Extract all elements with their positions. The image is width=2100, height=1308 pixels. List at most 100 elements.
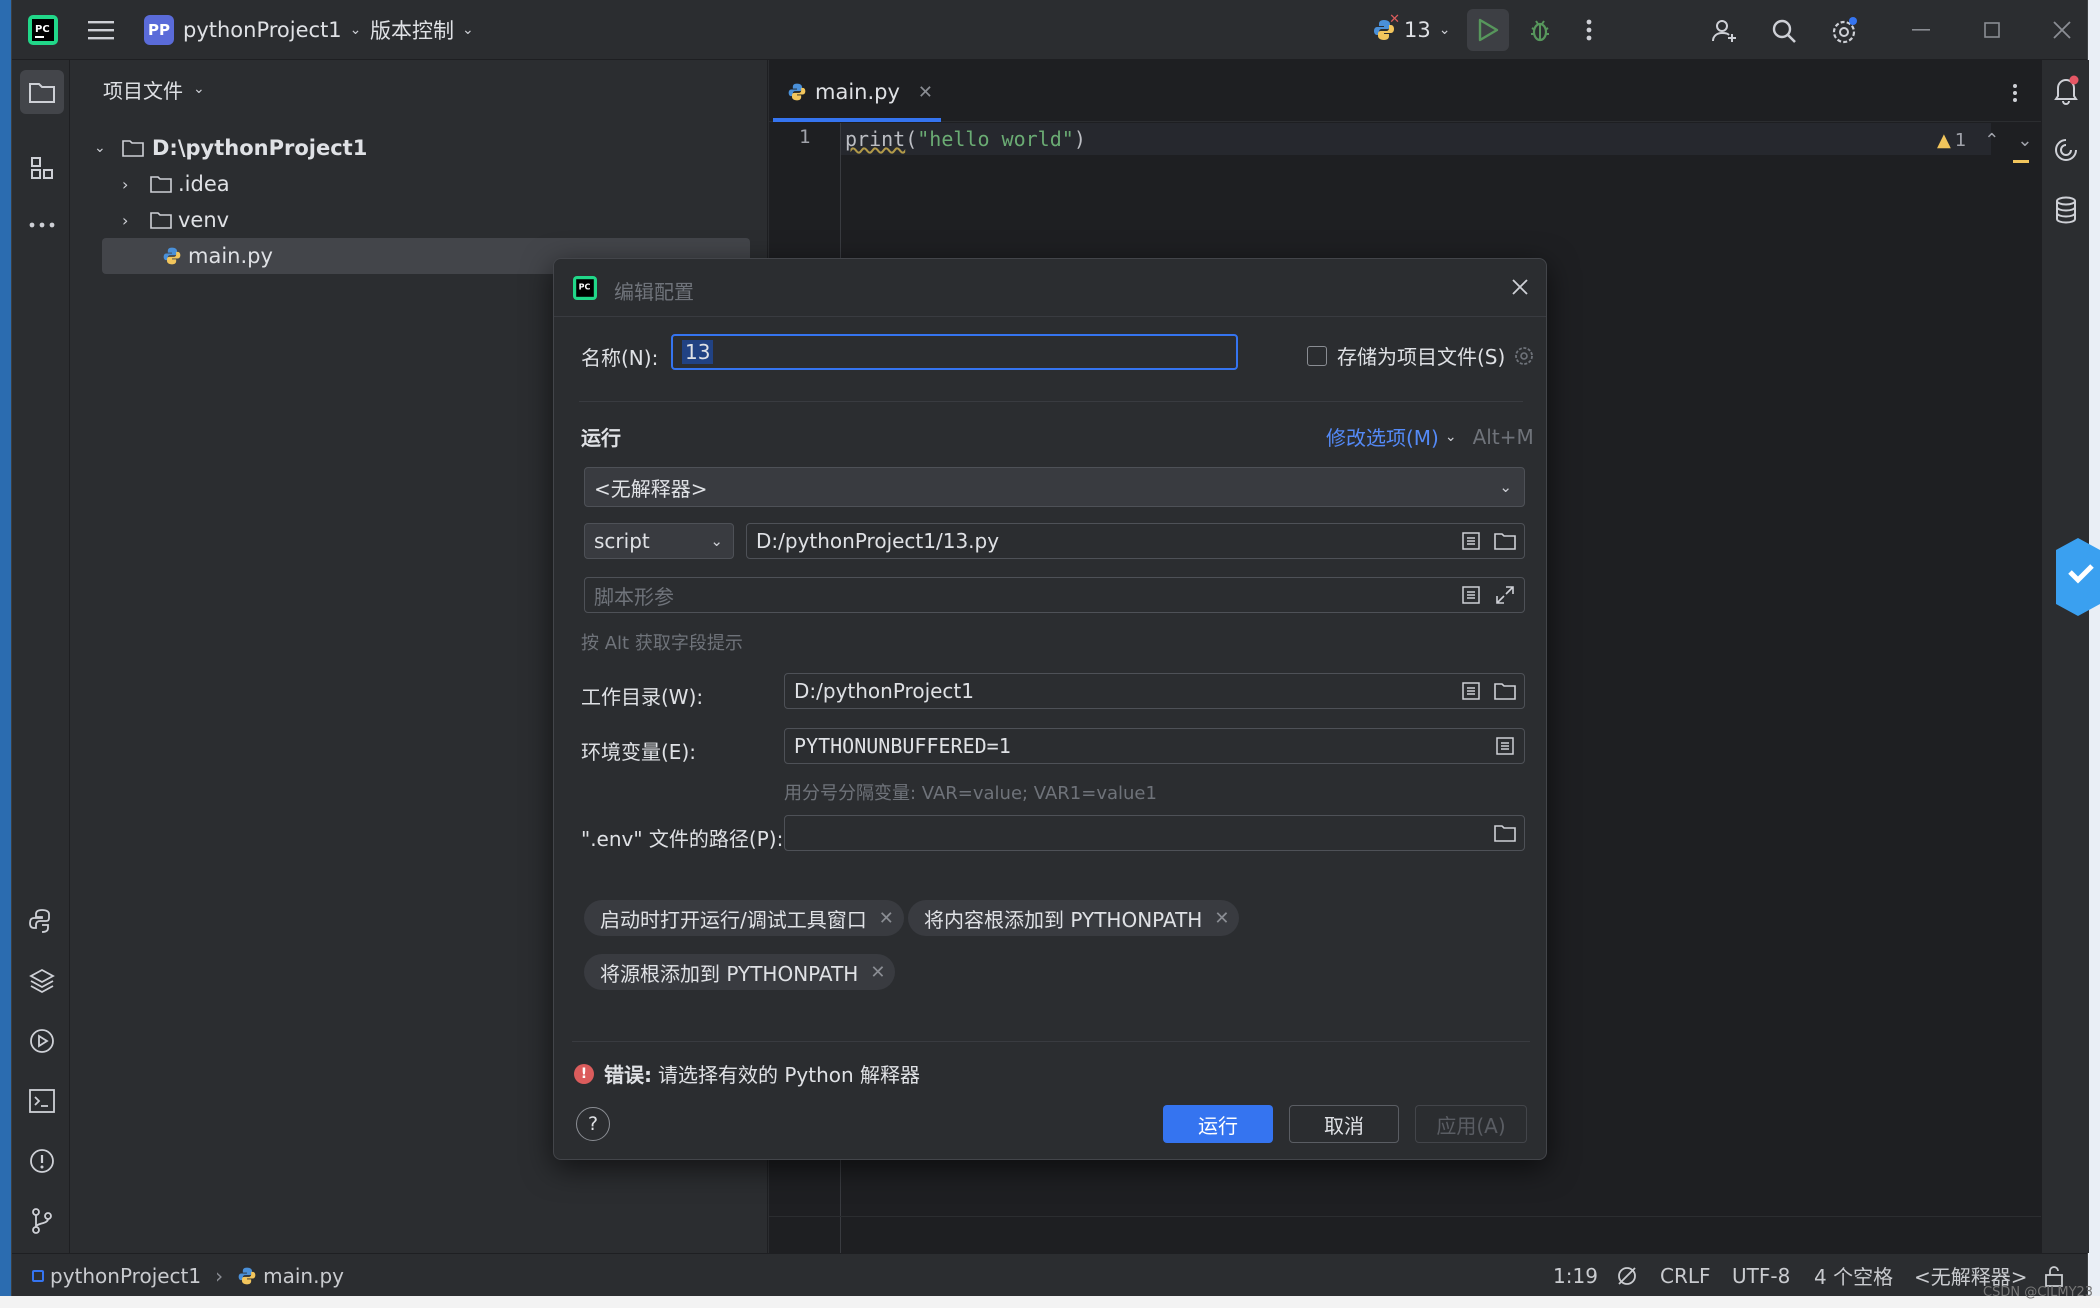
list-icon[interactable] [1458,578,1484,612]
debug-button[interactable] [1522,12,1558,48]
interpreter-value: <无解释器> [594,476,708,501]
editor-tab-main-py[interactable]: main.py ✕ [787,72,933,112]
run-button[interactable]: 运行 [1163,1105,1273,1143]
name-input[interactable]: 13 [671,334,1238,370]
folder-icon[interactable] [1492,674,1518,708]
services-icon[interactable] [24,1023,60,1059]
chevron-down-icon[interactable]: ⌄ [2017,130,2032,151]
script-path-value: D:/pythonProject1/13.py [756,529,1000,553]
chevron-up-icon[interactable]: ⌃ [1984,130,1999,151]
close-tab-icon[interactable]: ✕ [918,82,933,103]
run-button[interactable] [1467,9,1509,51]
breadcrumb-project[interactable]: pythonProject1 [50,1264,201,1288]
tree-item-idea[interactable]: › .idea [122,166,230,202]
git-branch-icon[interactable] [24,1203,60,1239]
code-paren: ) [1073,127,1086,151]
close-dialog-icon[interactable] [1510,277,1530,297]
breadcrumb-file[interactable]: main.py [263,1264,344,1288]
envfile-input[interactable] [784,815,1525,851]
option-chip-source-roots[interactable]: 将源根添加到 PYTHONPATH ✕ [584,954,896,990]
maximize-icon[interactable] [1977,15,2007,45]
script-type-value: script [594,529,650,553]
main-menu-icon[interactable] [86,15,116,45]
code-line[interactable]: print("hello world") [845,124,1086,154]
inspection-widget[interactable]: ▲ 1 ⌃ ⌄ [1937,128,2032,152]
project-switcher[interactable]: PP pythonProject1 ⌄ [144,0,361,60]
workdir-value: D:/pythonProject1 [794,679,974,703]
module-icon [32,1269,44,1282]
list-icon[interactable] [1458,524,1484,558]
editor-tab-bar [769,60,2041,122]
tab-options-icon[interactable] [2005,78,2025,108]
apply-button[interactable]: 应用(A) [1415,1105,1527,1143]
dialog-title: 编辑配置 [614,280,694,304]
caret-position[interactable]: 1:19 [1553,1254,1598,1297]
run-config-selector[interactable]: ✕ 13 ⌄ [1372,0,1450,60]
status-bar: pythonProject1 › main.py 1:19 CRLF UTF-8… [12,1253,2087,1296]
chevron-right-icon: › [122,174,129,194]
more-actions-icon[interactable] [1579,15,1599,45]
store-as-project-file-checkbox[interactable]: 存储为项目文件(S) [1307,341,1535,370]
database-icon[interactable] [2048,192,2084,228]
chip-label: 将内容根添加到 PYTHONPATH [924,907,1203,932]
chip-label: 将源根添加到 PYTHONPATH [600,961,859,986]
minimize-icon[interactable] [1906,15,1936,45]
notifications-bell-icon[interactable] [2048,72,2084,108]
project-tool-button[interactable] [20,70,64,114]
script-type-select[interactable]: script ⌄ [584,523,734,559]
env-vars-input[interactable]: PYTHONUNBUFFERED=1 [784,728,1525,764]
python-console-icon[interactable] [24,903,60,939]
project-panel-title: 项目文件 [103,78,183,103]
option-chip-open-tool-window[interactable]: 启动时打开运行/调试工具窗口 ✕ [584,900,904,936]
ai-assistant-icon[interactable] [2048,132,2084,168]
gear-icon[interactable] [1513,345,1535,367]
vcs-menu[interactable]: 版本控制 ⌄ [370,0,474,60]
list-icon[interactable] [1492,729,1518,763]
python-file-icon [237,1266,257,1286]
indent-setting[interactable]: 4 个空格 [1814,1254,1893,1297]
script-params-input[interactable]: 脚本形参 [584,577,1525,613]
line-separator[interactable]: CRLF [1660,1254,1711,1297]
error-prefix: 错误: [604,1063,652,1087]
left-tool-strip [12,60,70,1253]
python-file-icon [787,82,807,102]
search-icon[interactable] [1768,15,1800,47]
pycharm-logo-icon: PC [573,276,597,300]
option-chip-content-roots[interactable]: 将内容根添加到 PYTHONPATH ✕ [908,900,1240,936]
editor-bottom-separator [769,1216,2041,1217]
python-packages-icon[interactable] [24,963,60,999]
tree-item-label: .idea [178,172,230,196]
help-button[interactable]: ? [576,1107,610,1141]
tree-item-label: venv [178,208,230,232]
remove-chip-icon[interactable]: ✕ [870,962,885,983]
close-window-icon[interactable] [2047,15,2077,45]
terminal-icon[interactable] [24,1083,60,1119]
play-icon [1478,18,1499,42]
remove-chip-icon[interactable]: ✕ [1214,908,1229,929]
tree-item-venv[interactable]: › venv [122,202,229,238]
project-panel-header[interactable]: 项目文件 ⌄ [103,74,205,104]
remove-chip-icon[interactable]: ✕ [879,908,894,929]
problems-icon[interactable] [24,1143,60,1179]
script-path-input[interactable]: D:/pythonProject1/13.py [746,523,1525,559]
workdir-label: 工作目录(W): [581,685,704,709]
scrollbar-warning-mark [2013,160,2029,163]
settings-gear-icon[interactable] [1827,14,1861,48]
folder-icon[interactable] [1492,524,1518,558]
csdn-watermark: CSDN @CILMY23 [1983,1285,2094,1300]
title-bar: PC PP pythonProject1 ⌄ 版本控制 ⌄ ✕ 13 ⌄ [12,0,2087,60]
structure-icon[interactable] [24,150,60,186]
expand-icon[interactable] [1492,578,1518,612]
list-icon[interactable] [1458,674,1484,708]
cancel-button[interactable]: 取消 [1289,1105,1399,1143]
modify-options-link[interactable]: 修改选项(M) ⌄ Alt+M [1326,422,1534,451]
add-user-icon[interactable] [1708,15,1740,47]
no-highlight-icon[interactable] [1616,1254,1638,1297]
interpreter-select[interactable]: <无解释器> ⌄ [584,467,1525,507]
more-tools-icon[interactable] [24,210,60,240]
file-encoding[interactable]: UTF-8 [1732,1254,1790,1297]
floating-assistant-icon[interactable] [2056,538,2100,616]
folder-icon[interactable] [1492,816,1518,850]
workdir-input[interactable]: D:/pythonProject1 [784,673,1525,709]
tree-item-root[interactable]: ⌄ D:\pythonProject1 [94,130,367,166]
